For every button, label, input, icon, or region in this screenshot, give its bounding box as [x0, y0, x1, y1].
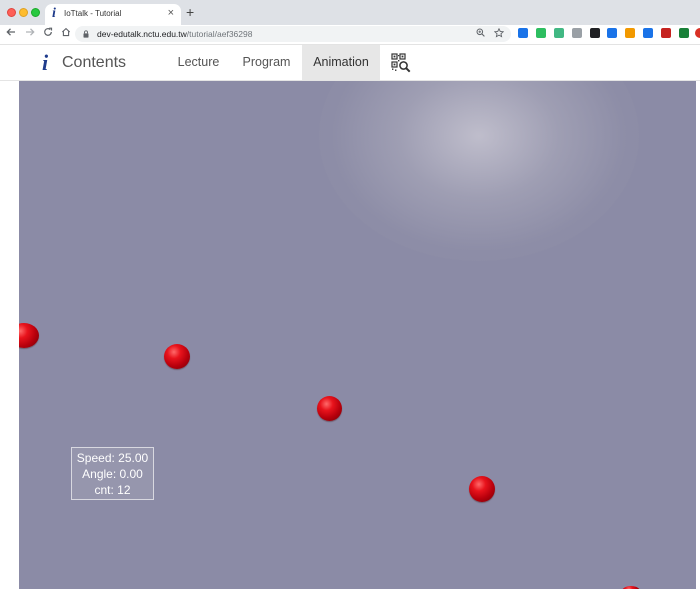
ext-orange-icon[interactable] [625, 28, 635, 38]
close-window-button[interactable] [7, 8, 16, 17]
ext-check-icon[interactable] [679, 28, 689, 38]
site-navbar: i Contents Lecture Program Animation [0, 45, 700, 81]
status-overlay: Speed: 25.00 Angle: 0.00 cnt: 12 [71, 447, 154, 500]
nav-lecture[interactable]: Lecture [170, 45, 227, 80]
count-readout: cnt: 12 [94, 483, 131, 497]
minimize-window-button[interactable] [19, 8, 28, 17]
ball [317, 396, 342, 421]
forward-arrow-icon[interactable] [24, 27, 36, 41]
ext-dark-icon[interactable] [590, 28, 600, 38]
animation-canvas[interactable]: Speed: 25.00 Angle: 0.00 cnt: 12 [19, 81, 696, 589]
ball [164, 344, 190, 369]
url-path: /tutorial/aef36298 [186, 29, 253, 39]
lock-icon [83, 30, 89, 38]
brand-contents-link[interactable]: Contents [62, 53, 126, 73]
zoom-icon[interactable] [476, 28, 485, 40]
nav-animation[interactable]: Animation [302, 45, 380, 80]
ball [19, 323, 39, 348]
home-icon[interactable] [60, 27, 72, 41]
browser-window: i IoTtalk - Tutorial × + dev-edutalk.nct… [0, 0, 700, 593]
reload-icon[interactable] [42, 27, 54, 41]
angle-readout: Angle: 0.00 [82, 467, 143, 481]
ext-cross-icon[interactable] [661, 28, 671, 38]
browser-tab[interactable]: i IoTtalk - Tutorial × [45, 4, 181, 25]
url-text: dev-edutalk.nctu.edu.tw/tutorial/aef3629… [97, 29, 252, 39]
ext-person-icon[interactable] [518, 28, 528, 38]
ball [469, 476, 495, 502]
bookmark-star-icon[interactable] [493, 27, 505, 41]
nav-program[interactable]: Program [233, 45, 300, 80]
ext-sync-icon[interactable] [607, 28, 617, 38]
tab-strip: i IoTtalk - Tutorial × + [0, 0, 700, 25]
browser-toolbar: dev-edutalk.nctu.edu.tw/tutorial/aef3629… [0, 25, 700, 45]
address-bar[interactable]: dev-edutalk.nctu.edu.tw/tutorial/aef3629… [75, 26, 511, 42]
url-host: dev-edutalk.nctu.edu.tw [97, 29, 187, 39]
qr-search-icon[interactable] [391, 53, 411, 73]
ext-plus-icon[interactable] [643, 28, 653, 38]
ext-shield-icon[interactable] [572, 28, 582, 38]
favicon-icon: i [52, 6, 56, 21]
light-glow [319, 81, 639, 261]
back-arrow-icon[interactable] [5, 27, 17, 41]
tab-close-icon[interactable]: × [168, 7, 174, 19]
ext-red-icon[interactable] [695, 28, 700, 38]
zoom-window-button[interactable] [31, 8, 40, 17]
speed-readout: Speed: 25.00 [76, 451, 149, 465]
ball [622, 586, 640, 589]
new-tab-icon[interactable]: + [186, 5, 194, 19]
tab-title: IoTtalk - Tutorial [64, 9, 122, 18]
ext-vue-icon[interactable] [554, 28, 564, 38]
info-logo-icon[interactable]: i [42, 50, 48, 76]
ext-evernote-icon[interactable] [536, 28, 546, 38]
